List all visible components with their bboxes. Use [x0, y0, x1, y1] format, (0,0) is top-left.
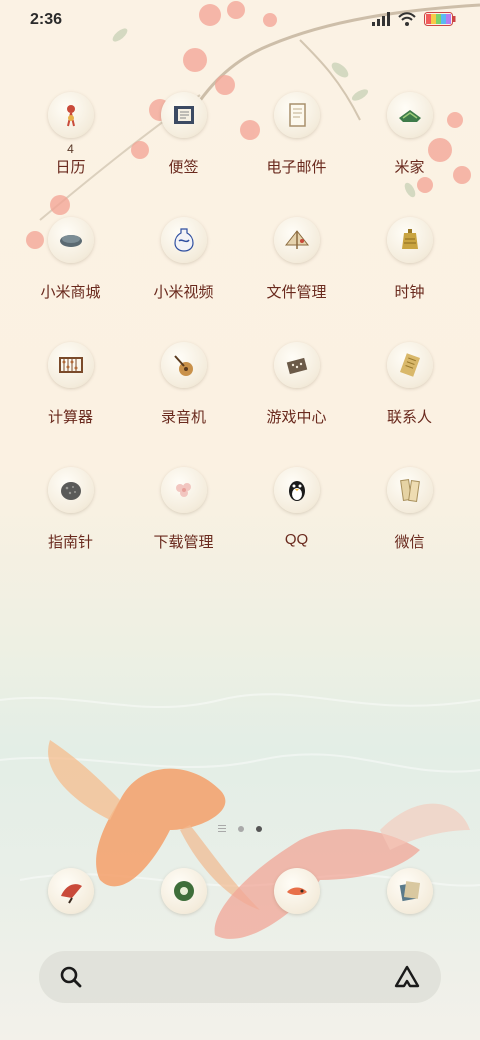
compass-icon: [48, 467, 94, 513]
app-label: 电子邮件: [266, 159, 327, 176]
status-icons: [372, 12, 456, 26]
mijia-icon: [387, 92, 433, 138]
messages-icon[interactable]: [161, 868, 207, 914]
app-contacts[interactable]: 联系人: [353, 342, 466, 452]
battery-icon: [424, 12, 456, 26]
app-mi-store[interactable]: 小米商城: [14, 217, 127, 327]
app-label: 小米视频: [153, 284, 214, 301]
app-label: 计算器: [47, 409, 93, 426]
calendar-date-badge: 4: [67, 142, 74, 156]
recorder-icon: [161, 342, 207, 388]
app-label: 小米商城: [40, 284, 101, 301]
browser-icon[interactable]: [274, 868, 320, 914]
app-qq[interactable]: QQ: [240, 467, 353, 577]
page-indicator[interactable]: [0, 825, 480, 832]
app-label: 时钟: [394, 284, 425, 301]
notes-icon: [161, 92, 207, 138]
app-label: 文件管理: [266, 284, 327, 301]
search-icon[interactable]: [59, 965, 83, 989]
app-label: 微信: [394, 534, 425, 551]
app-label: QQ: [284, 531, 309, 548]
app-label: 便签: [168, 159, 199, 176]
qq-icon: [274, 467, 320, 513]
app-game-center[interactable]: 游戏中心: [240, 342, 353, 452]
app-calculator[interactable]: 计算器: [14, 342, 127, 452]
app-label: 下载管理: [153, 534, 214, 551]
status-time: 2:36: [30, 11, 63, 28]
mi-video-icon: [161, 217, 207, 263]
page-dot[interactable]: [238, 825, 244, 832]
app-downloads[interactable]: 下载管理: [127, 467, 240, 577]
app-wechat[interactable]: 微信: [353, 467, 466, 577]
file-manager-icon: [274, 217, 320, 263]
voice-assistant-icon[interactable]: [393, 964, 421, 990]
app-label: 录音机: [160, 409, 206, 426]
app-notes[interactable]: 便签: [127, 92, 240, 202]
status-bar: 2:36: [0, 0, 480, 40]
calculator-icon: [48, 342, 94, 388]
gallery-icon[interactable]: [387, 868, 433, 914]
clock-icon: [387, 217, 433, 263]
calendar-icon: [48, 92, 94, 138]
wechat-icon: [387, 467, 433, 513]
app-label: 联系人: [386, 409, 432, 426]
mi-store-icon: [48, 217, 94, 263]
phone-icon[interactable]: [48, 868, 94, 914]
app-calendar[interactable]: 4 日历: [14, 92, 127, 202]
email-icon: [274, 92, 320, 138]
app-label: 指南针: [47, 534, 93, 551]
signal-icon: [372, 12, 390, 26]
contacts-icon: [387, 342, 433, 388]
app-clock[interactable]: 时钟: [353, 217, 466, 327]
app-label: 日历: [55, 159, 86, 176]
page-indicator-list[interactable]: [218, 825, 226, 832]
app-mi-video[interactable]: 小米视频: [127, 217, 240, 327]
downloads-icon: [161, 467, 207, 513]
app-recorder[interactable]: 录音机: [127, 342, 240, 452]
app-email[interactable]: 电子邮件: [240, 92, 353, 202]
wifi-icon: [398, 12, 416, 26]
app-compass[interactable]: 指南针: [14, 467, 127, 577]
page-dot-active[interactable]: [256, 825, 262, 832]
game-center-icon: [274, 342, 320, 388]
app-label: 米家: [394, 159, 425, 176]
app-mijia[interactable]: 米家: [353, 92, 466, 202]
app-file-manager[interactable]: 文件管理: [240, 217, 353, 327]
search-bar[interactable]: [39, 951, 441, 1003]
app-label: 游戏中心: [266, 409, 327, 426]
dock: [14, 868, 466, 918]
